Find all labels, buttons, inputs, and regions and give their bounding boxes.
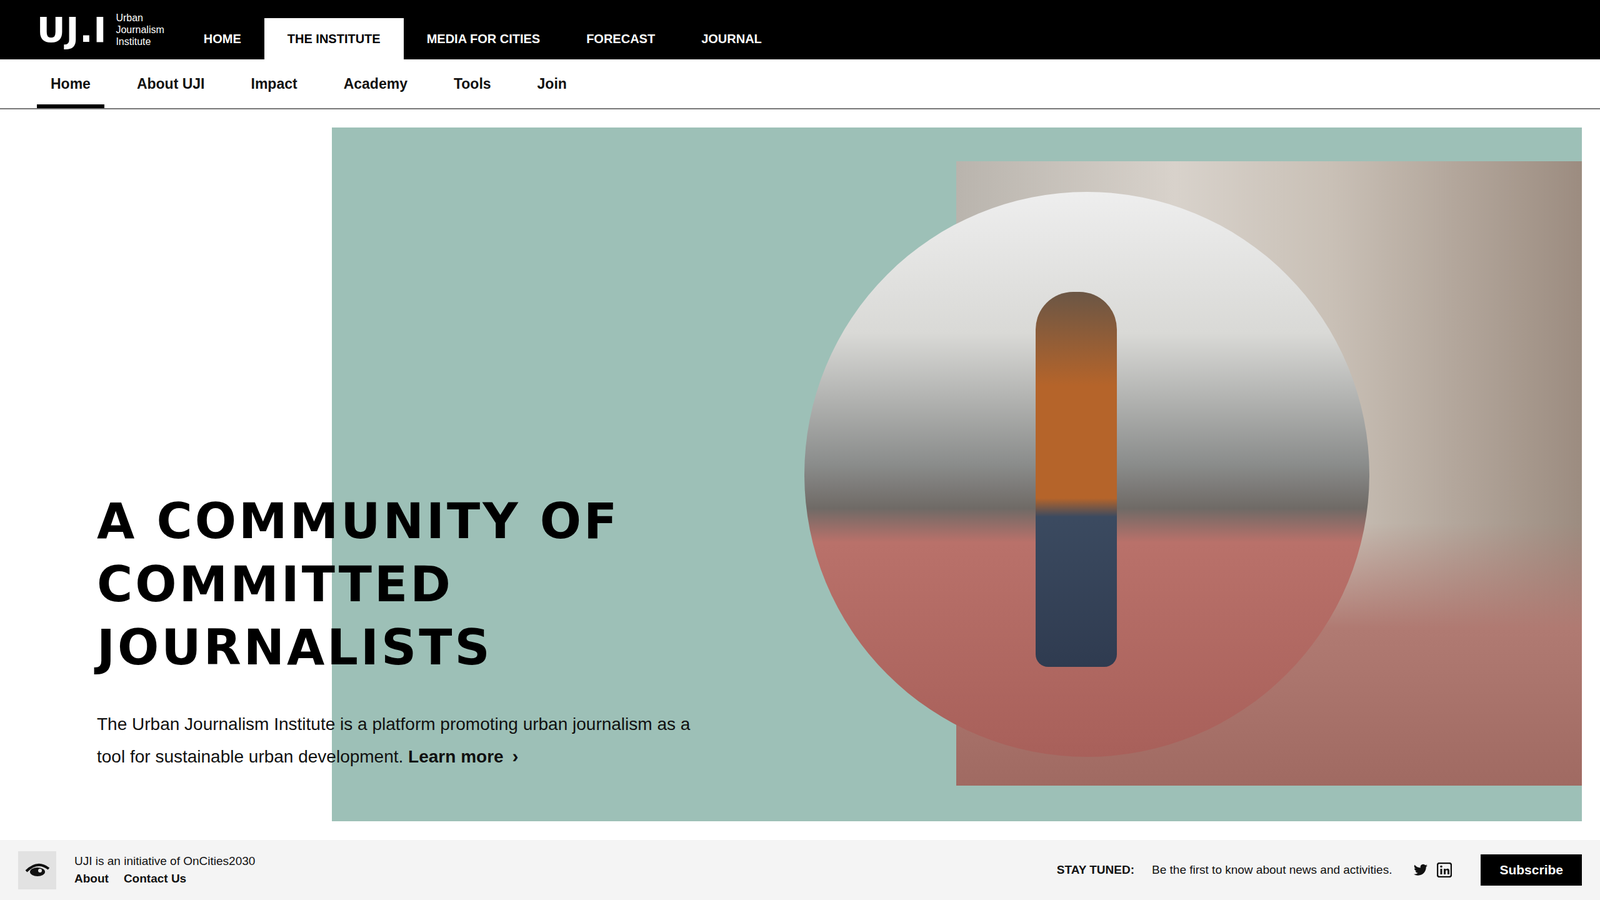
main-nav-label: JOURNAL xyxy=(701,31,762,47)
footer-right: STAY TUNED: Be the first to know about ne… xyxy=(1056,854,1582,886)
hero-photo-circle xyxy=(804,191,1370,757)
heading-line: COMMITTED xyxy=(96,553,785,617)
logo-line: Institute xyxy=(115,35,164,48)
sub-nav-item[interactable]: Impact xyxy=(237,59,312,109)
footer-link[interactable]: About xyxy=(74,871,109,886)
logo-lines: UrbanJournalismInstitute xyxy=(115,11,164,48)
logo-line: Urban xyxy=(115,11,164,24)
hero-heading: A COMMUNITY OFCOMMITTEDJOURNALISTS xyxy=(96,490,785,680)
heading-line: JOURNALISTS xyxy=(96,616,785,680)
lead-text: The Urban Journalism Institute is a plat… xyxy=(96,714,690,767)
sub-nav-item[interactable]: Academy xyxy=(330,59,422,109)
stay-tuned-label: STAY TUNED: xyxy=(1056,863,1135,877)
hero-photo xyxy=(956,161,1582,786)
sub-nav-label: About UJI xyxy=(136,75,205,93)
main-nav-item[interactable]: FORECAST xyxy=(563,18,679,60)
logo-line: Journalism xyxy=(115,23,164,36)
main-nav-label: HOME xyxy=(203,31,242,47)
logo[interactable]: UJ.IUrbanJournalismInstitute xyxy=(36,11,165,48)
main-nav-item[interactable]: THE INSTITUTE xyxy=(264,18,404,60)
sub-nav-item[interactable]: Tools xyxy=(440,59,505,109)
sub-nav-item[interactable]: Home xyxy=(36,59,105,109)
hero-text: A COMMUNITY OFCOMMITTEDJOURNALISTS The Ur… xyxy=(96,490,785,773)
sub-nav-item[interactable]: About UJI xyxy=(123,59,219,109)
sub-nav-label: Home xyxy=(50,75,91,93)
top-bar: UJ.IUrbanJournalismInstituteHOMETHE INST… xyxy=(0,0,1600,60)
hero: A COMMUNITY OFCOMMITTEDJOURNALISTS The Ur… xyxy=(0,127,1600,822)
photo-figure xyxy=(1035,291,1117,667)
main-nav-label: FORECAST xyxy=(586,31,655,47)
logo-mark: UJ.I xyxy=(36,12,107,48)
sub-nav-item[interactable]: Join xyxy=(523,59,581,109)
footer-links: About Contact Us xyxy=(74,871,255,886)
main-nav-item[interactable]: MEDIA FOR CITIES xyxy=(403,18,564,60)
main-nav: HOME THE INSTITUTE MEDIA FOR CITIES FORECAS… xyxy=(180,18,785,60)
sub-nav-label: Tools xyxy=(453,75,492,93)
twitter-icon[interactable] xyxy=(1413,863,1429,877)
tagline: Be the first to know about news and acti… xyxy=(1151,863,1392,877)
chevron-icon: › xyxy=(512,745,519,767)
sub-nav-label: Join xyxy=(537,75,567,93)
sub-nav: Home About UJI Impact Academy Tools Join xyxy=(0,59,1600,110)
spacer xyxy=(0,821,1600,840)
sub-nav-label: Impact xyxy=(251,75,298,93)
linkedin-icon[interactable] xyxy=(1436,862,1452,878)
initiative-text: UJI is an initiative of OnCities2030 xyxy=(74,854,255,869)
page: UJ.IUrbanJournalismInstituteHOMETHE INST… xyxy=(0,0,1600,900)
learn-more-link[interactable]: Learn more › xyxy=(408,746,519,767)
eye-icon xyxy=(25,861,50,879)
heading-line: A COMMUNITY OF xyxy=(96,490,785,554)
main-nav-label: MEDIA FOR CITIES xyxy=(426,31,540,47)
footer-info: UJI is an initiative of OnCities2030 Abou… xyxy=(74,854,255,886)
footer-link[interactable]: Contact Us xyxy=(123,871,187,886)
hero-lead: The Urban Journalism Institute is a plat… xyxy=(96,708,722,773)
main-nav-item[interactable]: JOURNAL xyxy=(678,18,785,60)
main-nav-item[interactable]: HOME xyxy=(180,18,265,60)
learn-more-label: Learn more xyxy=(408,746,504,767)
initiative-logo xyxy=(18,851,57,890)
sub-nav-label: Academy xyxy=(343,75,408,93)
footer: UJI is an initiative of OnCities2030 Abou… xyxy=(0,840,1600,900)
subscribe-button[interactable]: Subscribe xyxy=(1480,854,1582,886)
main-nav-label: THE INSTITUTE xyxy=(287,31,381,47)
social-links xyxy=(1413,862,1452,878)
